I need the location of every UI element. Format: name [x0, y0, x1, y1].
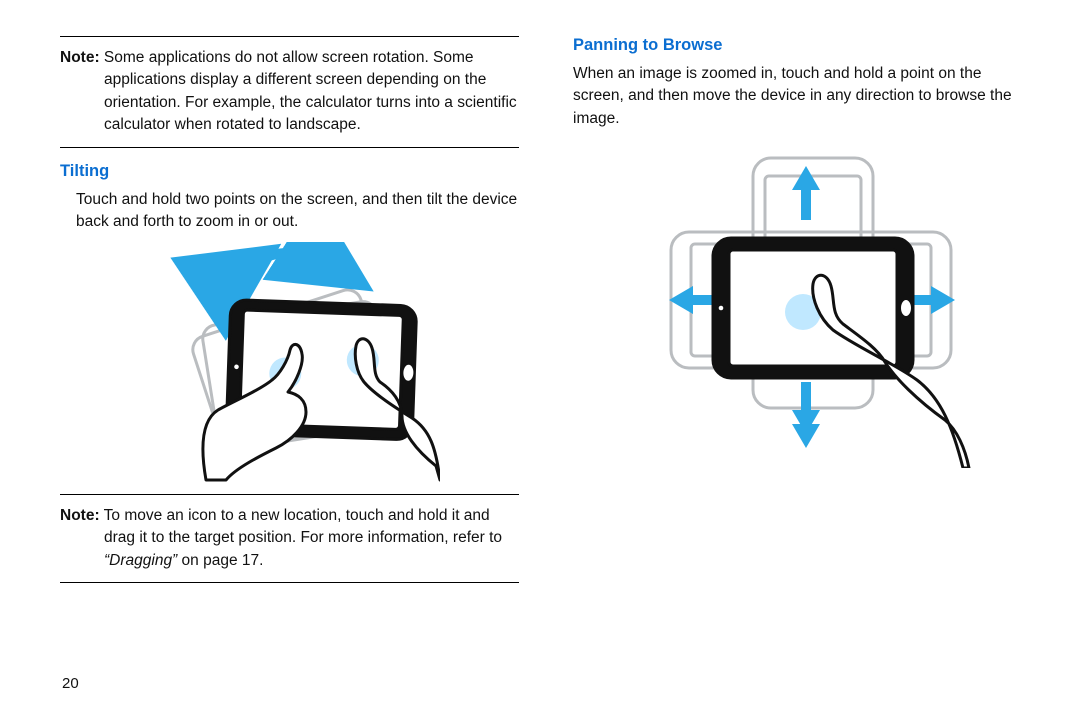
heading-tilting: Tilting [60, 162, 519, 181]
right-column: Panning to Browse When an image is zoome… [573, 36, 1032, 692]
note-text-b: on page 17. [177, 552, 263, 569]
note-text-a: To move an icon to a new location, touch… [104, 507, 502, 546]
note-dragging: Note: To move an icon to a new location,… [60, 495, 519, 582]
figure-panning [633, 148, 973, 468]
note-label: Note: [60, 49, 100, 66]
note-text: Some applications do not allow screen ro… [104, 49, 517, 133]
left-column: Note: Some applications do not allow scr… [60, 36, 519, 692]
rule-bottom-1 [60, 147, 519, 148]
note-label-2: Note: [60, 507, 100, 524]
rule-bottom-2 [60, 582, 519, 583]
figure-tilting [140, 242, 440, 482]
heading-panning: Panning to Browse [573, 36, 1032, 55]
body-tilting: Touch and hold two points on the screen,… [60, 189, 519, 234]
page-number: 20 [62, 675, 79, 692]
body-panning: When an image is zoomed in, touch and ho… [573, 63, 1032, 130]
note-rotation: Note: Some applications do not allow scr… [60, 37, 519, 147]
note-xref: “Dragging” [104, 552, 177, 569]
